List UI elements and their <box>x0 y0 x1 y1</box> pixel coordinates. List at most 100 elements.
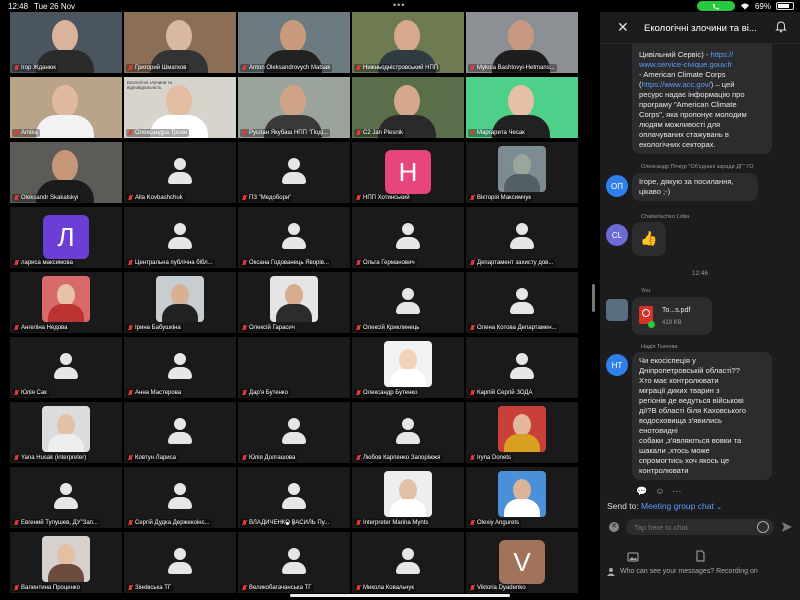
more-icon[interactable]: ··· <box>672 486 681 497</box>
sender-name: You <box>641 288 651 294</box>
bell-icon[interactable] <box>775 21 787 33</box>
participant-tile[interactable]: Ольга Германович <box>352 207 464 268</box>
participant-tile[interactable]: Любов Карпенко Запоріжжя <box>352 402 464 463</box>
reply-icon[interactable]: 💬 <box>636 486 647 497</box>
participant-tile[interactable]: Олександр Бутенко <box>352 337 464 398</box>
participant-tile[interactable]: Центральна публічна бібл... <box>124 207 236 268</box>
send-to-selector[interactable]: Send to: Meeting group chat ⌄ <box>607 501 722 511</box>
participant-tile[interactable]: Зінківська ТГ <box>124 532 236 593</box>
participant-tile[interactable]: Alla Kovbashchuk <box>124 142 236 203</box>
file-icon[interactable] <box>694 550 706 562</box>
participant-tile[interactable]: Валентина Проценко <box>10 532 122 593</box>
participant-tile[interactable]: Yana Husak (interpreter) <box>10 402 122 463</box>
emoji-icon[interactable] <box>757 521 769 533</box>
participant-tile[interactable]: Маргарита Чесак <box>466 77 578 138</box>
chat-message[interactable]: Чи екосіспеція у Дніпропетровській област… <box>632 352 772 480</box>
participant-tile[interactable]: Юлія Сак <box>10 337 122 398</box>
participant-tile[interactable]: Anton Oleksandrovych Matsak <box>238 12 350 73</box>
mic-muted-icon <box>128 325 133 331</box>
participant-tile[interactable]: Олена Котова Департамен... <box>466 272 578 333</box>
participant-tile[interactable]: Amika <box>10 77 122 138</box>
participant-tile[interactable]: Анна Мастерова <box>124 337 236 398</box>
participant-tile[interactable]: C2 Jan Plesnik <box>352 77 464 138</box>
participant-tile[interactable]: Olexiy Angurets <box>466 467 578 528</box>
link[interactable]: www.service-civique.gouv.fr <box>639 60 765 70</box>
participant-tile[interactable]: Карпій Сергій ЗОДА <box>466 337 578 398</box>
message-actions: 💬 ☺ ··· <box>636 486 681 497</box>
participant-tile[interactable]: Ллариса максимова <box>10 207 122 268</box>
participant-name: Любов Карпенко Запоріжжя <box>354 454 443 462</box>
chat-message[interactable]: Цивільний Сервіс) - https:// www.service… <box>632 44 772 154</box>
participant-name: Iryna Donets <box>468 454 514 462</box>
participant-name: ПЗ "Медобори" <box>240 194 294 202</box>
split-view-handle[interactable] <box>592 284 595 312</box>
participant-tile[interactable]: Oleksandr Skakalskyi <box>10 142 122 203</box>
avatar[interactable]: ОП <box>606 175 628 197</box>
clear-icon[interactable]: ✕ <box>609 522 619 532</box>
participant-tile[interactable]: Н НПП Хотинський <box>352 142 464 203</box>
participant-tile[interactable]: Великобагачанська ТГ <box>238 532 350 593</box>
participant-tile[interactable]: Олексій Гарасич <box>238 272 350 333</box>
profile-photo <box>384 341 432 387</box>
participant-tile[interactable]: Iryna Donets <box>466 402 578 463</box>
send-to-target[interactable]: Meeting group chat <box>641 501 714 511</box>
profile-photo <box>270 276 318 322</box>
person-placeholder-icon <box>165 548 195 578</box>
image-icon[interactable] <box>627 551 639 563</box>
participant-tile[interactable]: Григорий Шматков <box>124 12 236 73</box>
privacy-notice[interactable]: Who can see your messages? Recording on <box>620 568 758 575</box>
page-indicator[interactable] <box>286 522 295 525</box>
participant-tile[interactable]: Interpreter Marina Mynts <box>352 467 464 528</box>
participant-tile[interactable]: Ірина Бабушкіна <box>124 272 236 333</box>
close-icon[interactable]: ✕ <box>617 20 629 34</box>
participant-tile[interactable]: Ігор Жданюк <box>10 12 122 73</box>
participant-tile[interactable]: Дар'я Бутенко <box>238 337 350 398</box>
send-icon[interactable] <box>781 521 793 533</box>
participant-name: Interpreter Marina Mynts <box>354 519 431 527</box>
participant-tile[interactable]: Микола Ковальчук <box>352 532 464 593</box>
home-indicator[interactable] <box>290 594 510 597</box>
participant-name: Mykola Bashtovyi-Hetmans... <box>468 64 557 72</box>
participant-tile[interactable]: Оксана Годованець Яворів... <box>238 207 350 268</box>
participant-tile[interactable]: Mykola Bashtovyi-Hetmans... <box>466 12 578 73</box>
participant-tile[interactable]: Нижньодністровський НПП <box>352 12 464 73</box>
participant-tile[interactable]: Олексій Криклинець <box>352 272 464 333</box>
participant-tile[interactable]: Екологічні злочини та відповідальність Ол… <box>124 77 236 138</box>
participant-tile[interactable]: Евгений Тулушев, ДУ"Зап... <box>10 467 122 528</box>
participant-tile[interactable]: Сергій Дудка Держекоінс... <box>124 467 236 528</box>
participant-name: Департамент захисту дов... <box>468 259 556 267</box>
chat-messages[interactable]: Цивільний Сервіс) - https:// www.service… <box>600 44 800 499</box>
participant-tile[interactable]: Вікторія Максимчук <box>466 142 578 203</box>
chat-message[interactable]: Ігоре, дякую за посилання, цікаво ;-) <box>632 173 758 201</box>
avatar[interactable] <box>606 299 628 321</box>
participant-tile[interactable]: Руслан Якубаш НПП "Поді... <box>238 77 350 138</box>
file-attachment[interactable]: To...s.pdf 419 KB <box>632 297 712 335</box>
participant-name: Олександр Бутенко <box>354 389 420 397</box>
profile-photo <box>498 471 546 517</box>
avatar[interactable]: CL <box>606 224 628 246</box>
participant-name: Ольга Германович <box>354 259 417 267</box>
person-placeholder-icon <box>507 223 537 253</box>
avatar[interactable]: НТ <box>606 354 628 376</box>
participant-tile[interactable]: ПЗ "Медобори" <box>238 142 350 203</box>
person-placeholder-icon <box>165 483 195 513</box>
multitasking-dots-icon[interactable]: ••• <box>393 0 405 10</box>
chat-input[interactable] <box>626 519 774 535</box>
participant-tile[interactable]: V Viktoria Dyadenko <box>466 532 578 593</box>
link[interactable]: https:// <box>710 50 733 59</box>
participant-tile[interactable]: Ковтун Лариса <box>124 402 236 463</box>
participant-tile[interactable]: Департамент захисту дов... <box>466 207 578 268</box>
mic-muted-icon <box>470 390 475 396</box>
file-name: To...s.pdf <box>662 307 691 314</box>
participant-tile[interactable]: Ангеліна Недова <box>10 272 122 333</box>
person-placeholder-icon <box>165 418 195 448</box>
link[interactable]: https://www.acc.gov/ <box>642 80 711 89</box>
chat-message[interactable]: 👍 <box>632 222 666 256</box>
chevron-down-icon[interactable]: ⌄ <box>716 504 722 511</box>
mic-muted-icon <box>242 130 247 136</box>
participant-tile[interactable]: ВЛАДИЧЕНКО ВАСИЛЬ Пу... <box>238 467 350 528</box>
mic-muted-icon <box>356 260 361 266</box>
add-reaction-icon[interactable]: ☺ <box>655 486 664 497</box>
call-active-icon[interactable] <box>696 1 735 11</box>
participant-tile[interactable]: Юлія Долгашова <box>238 402 350 463</box>
